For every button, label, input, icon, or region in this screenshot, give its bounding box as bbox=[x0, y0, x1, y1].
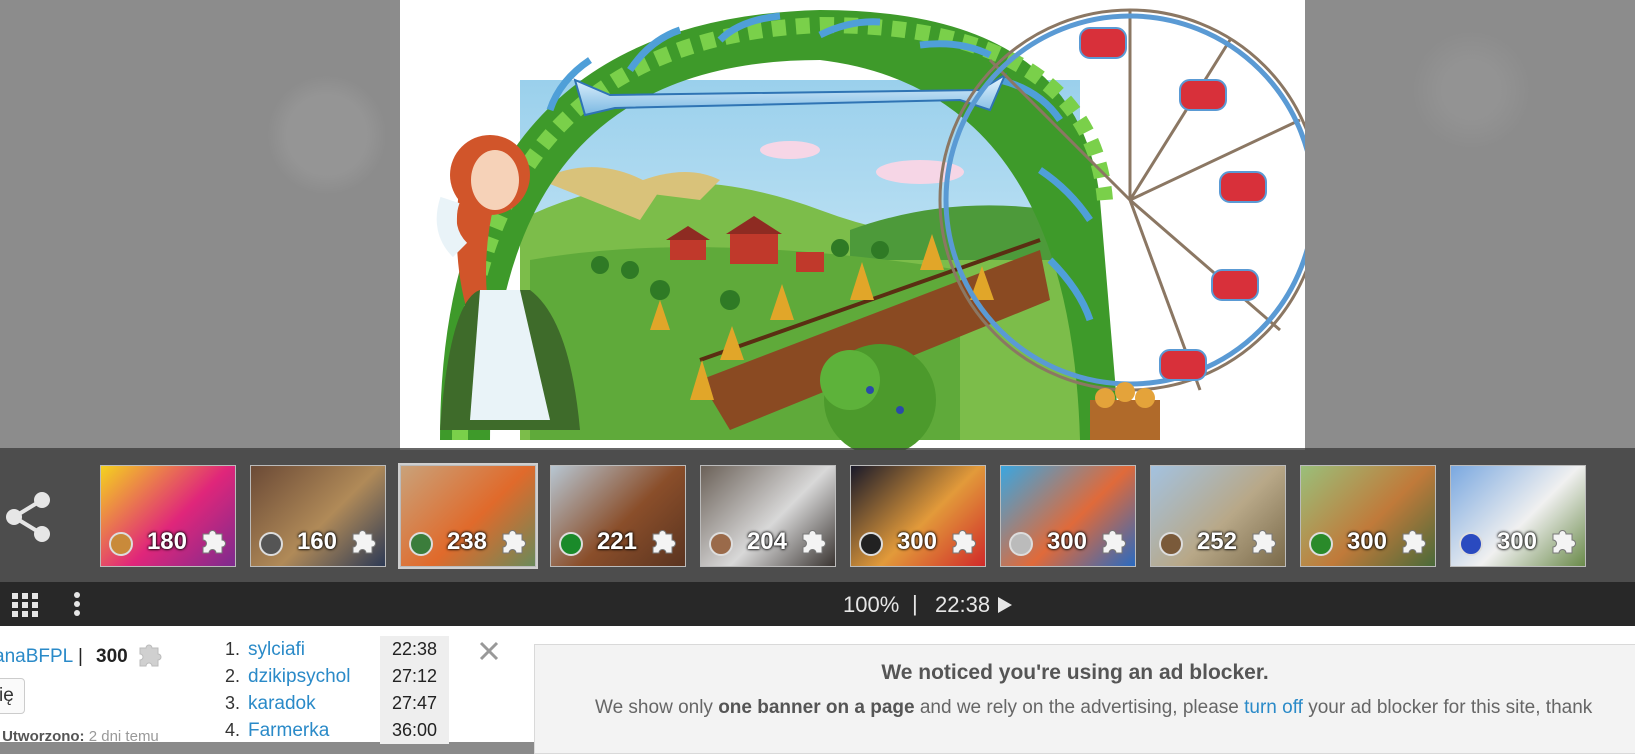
category-icon bbox=[1009, 532, 1033, 556]
category-icon bbox=[109, 532, 133, 556]
created-label: Utworzono: bbox=[2, 728, 85, 745]
thumbnail-piece-count: 300 bbox=[896, 528, 937, 555]
rank-player-link[interactable]: karadok bbox=[248, 693, 316, 715]
adblock-title: We noticed you're using an ad blocker. bbox=[881, 661, 1269, 684]
rank-number: 4. bbox=[224, 720, 240, 740]
puzzle-image[interactable] bbox=[400, 0, 1305, 450]
rank-player-link[interactable]: sylciafi bbox=[248, 639, 305, 661]
thumbnail-piece-count: 300 bbox=[1496, 528, 1537, 555]
category-icon bbox=[1459, 532, 1483, 556]
rank-time: 36:00 bbox=[380, 717, 450, 744]
puzzle-thumbnail[interactable]: 300 bbox=[1300, 465, 1436, 567]
puzzle-piece-icon bbox=[202, 530, 226, 554]
ranking-list: 1. sylciafi 22:38 2. dzikipsychol 27:12 3. kara… bbox=[220, 636, 480, 744]
thumbnail-piece-count: 300 bbox=[1046, 528, 1087, 555]
puzzle-thumbnail[interactable]: 300 bbox=[1450, 465, 1586, 567]
info-separator: | bbox=[78, 646, 83, 667]
puzzle-thumbnail[interactable]: 300 bbox=[850, 465, 986, 567]
turn-off-link[interactable]: turn off bbox=[1244, 697, 1303, 718]
puzzle-piece-icon bbox=[1102, 530, 1126, 554]
created-info: | Utworzono: 2 dni temu bbox=[0, 728, 159, 745]
adblock-notice: We noticed you're using an ad blocker. W… bbox=[534, 644, 1635, 754]
rank-time: 27:12 bbox=[380, 663, 450, 690]
thumbnail-piece-count: 204 bbox=[746, 528, 787, 555]
category-icon bbox=[559, 532, 583, 556]
puzzle-illustration bbox=[436, 8, 1305, 450]
author-link[interactable]: anaBFPL bbox=[0, 646, 73, 668]
rank-time: 22:38 bbox=[380, 636, 450, 663]
toolbar-separator: | bbox=[912, 591, 918, 616]
puzzle-thumbnail[interactable]: 221 bbox=[550, 465, 686, 567]
ranking-row: 3. karadok 27:47 bbox=[220, 690, 480, 717]
action-button[interactable]: ię bbox=[0, 678, 25, 714]
puzzle-piece-icon bbox=[502, 530, 526, 554]
thumbnail-piece-count: 300 bbox=[1346, 528, 1387, 555]
ranking-row: 1. sylciafi 22:38 bbox=[220, 636, 480, 663]
more-options-icon[interactable] bbox=[72, 591, 82, 617]
puzzle-piece-icon bbox=[1552, 530, 1576, 554]
rank-number: 1. bbox=[224, 639, 240, 659]
category-icon bbox=[259, 532, 283, 556]
category-icon bbox=[859, 532, 883, 556]
share-icon[interactable] bbox=[4, 490, 54, 544]
rank-time: 27:47 bbox=[380, 690, 450, 717]
ranking-row: 2. dzikipsychol 27:12 bbox=[220, 663, 480, 690]
category-icon bbox=[1309, 532, 1333, 556]
category-icon bbox=[1159, 532, 1183, 556]
puzzle-piece-icon bbox=[952, 530, 976, 554]
play-icon[interactable] bbox=[998, 597, 1012, 613]
timer: 22:38 bbox=[935, 592, 991, 617]
rank-player-link[interactable]: dzikipsychol bbox=[248, 666, 350, 688]
puzzle-piece-icon bbox=[352, 530, 376, 554]
pieces-count: 300 bbox=[96, 646, 128, 667]
puzzle-thumbnail[interactable]: 238 bbox=[398, 463, 538, 569]
ranking-row: 4. Farmerka 36:00 bbox=[220, 717, 480, 744]
thumbnail-piece-count: 180 bbox=[146, 528, 187, 555]
puzzle-piece-icon bbox=[1252, 530, 1276, 554]
thumbnail-piece-count: 238 bbox=[446, 528, 487, 555]
close-icon[interactable] bbox=[478, 640, 500, 662]
puzzle-toolbar: 100% | 22:38 bbox=[0, 582, 1635, 626]
puzzle-thumbnail[interactable]: 204 bbox=[700, 465, 836, 567]
puzzle-info-panel: anaBFPL | 300 ię | Utworzono: 2 dni temu… bbox=[0, 626, 1635, 754]
rank-number: 3. bbox=[224, 693, 240, 713]
thumbnail-piece-count: 252 bbox=[1196, 528, 1237, 555]
zoom-level[interactable]: 100% bbox=[843, 592, 899, 618]
created-value: 2 dni temu bbox=[88, 728, 159, 745]
puzzle-thumbnail[interactable]: 160 bbox=[250, 465, 386, 567]
puzzle-thumbnail[interactable]: 180 bbox=[100, 465, 236, 567]
puzzle-thumbnail[interactable]: 252 bbox=[1150, 465, 1286, 567]
rank-player-link[interactable]: Farmerka bbox=[248, 720, 329, 742]
adblock-message: We show only one banner on a page and we… bbox=[595, 697, 1593, 718]
thumbnail-piece-count: 221 bbox=[596, 528, 637, 555]
thumbnail-piece-count: 160 bbox=[296, 528, 337, 555]
puzzle-piece-icon bbox=[134, 640, 164, 670]
grid-icon[interactable] bbox=[12, 593, 40, 617]
puzzle-piece-icon bbox=[652, 530, 676, 554]
category-icon bbox=[409, 532, 433, 556]
puzzle-piece-icon bbox=[802, 530, 826, 554]
puzzle-piece-icon bbox=[1402, 530, 1426, 554]
rank-number: 2. bbox=[224, 666, 240, 686]
puzzle-thumbnail[interactable]: 300 bbox=[1000, 465, 1136, 567]
category-icon bbox=[709, 532, 733, 556]
